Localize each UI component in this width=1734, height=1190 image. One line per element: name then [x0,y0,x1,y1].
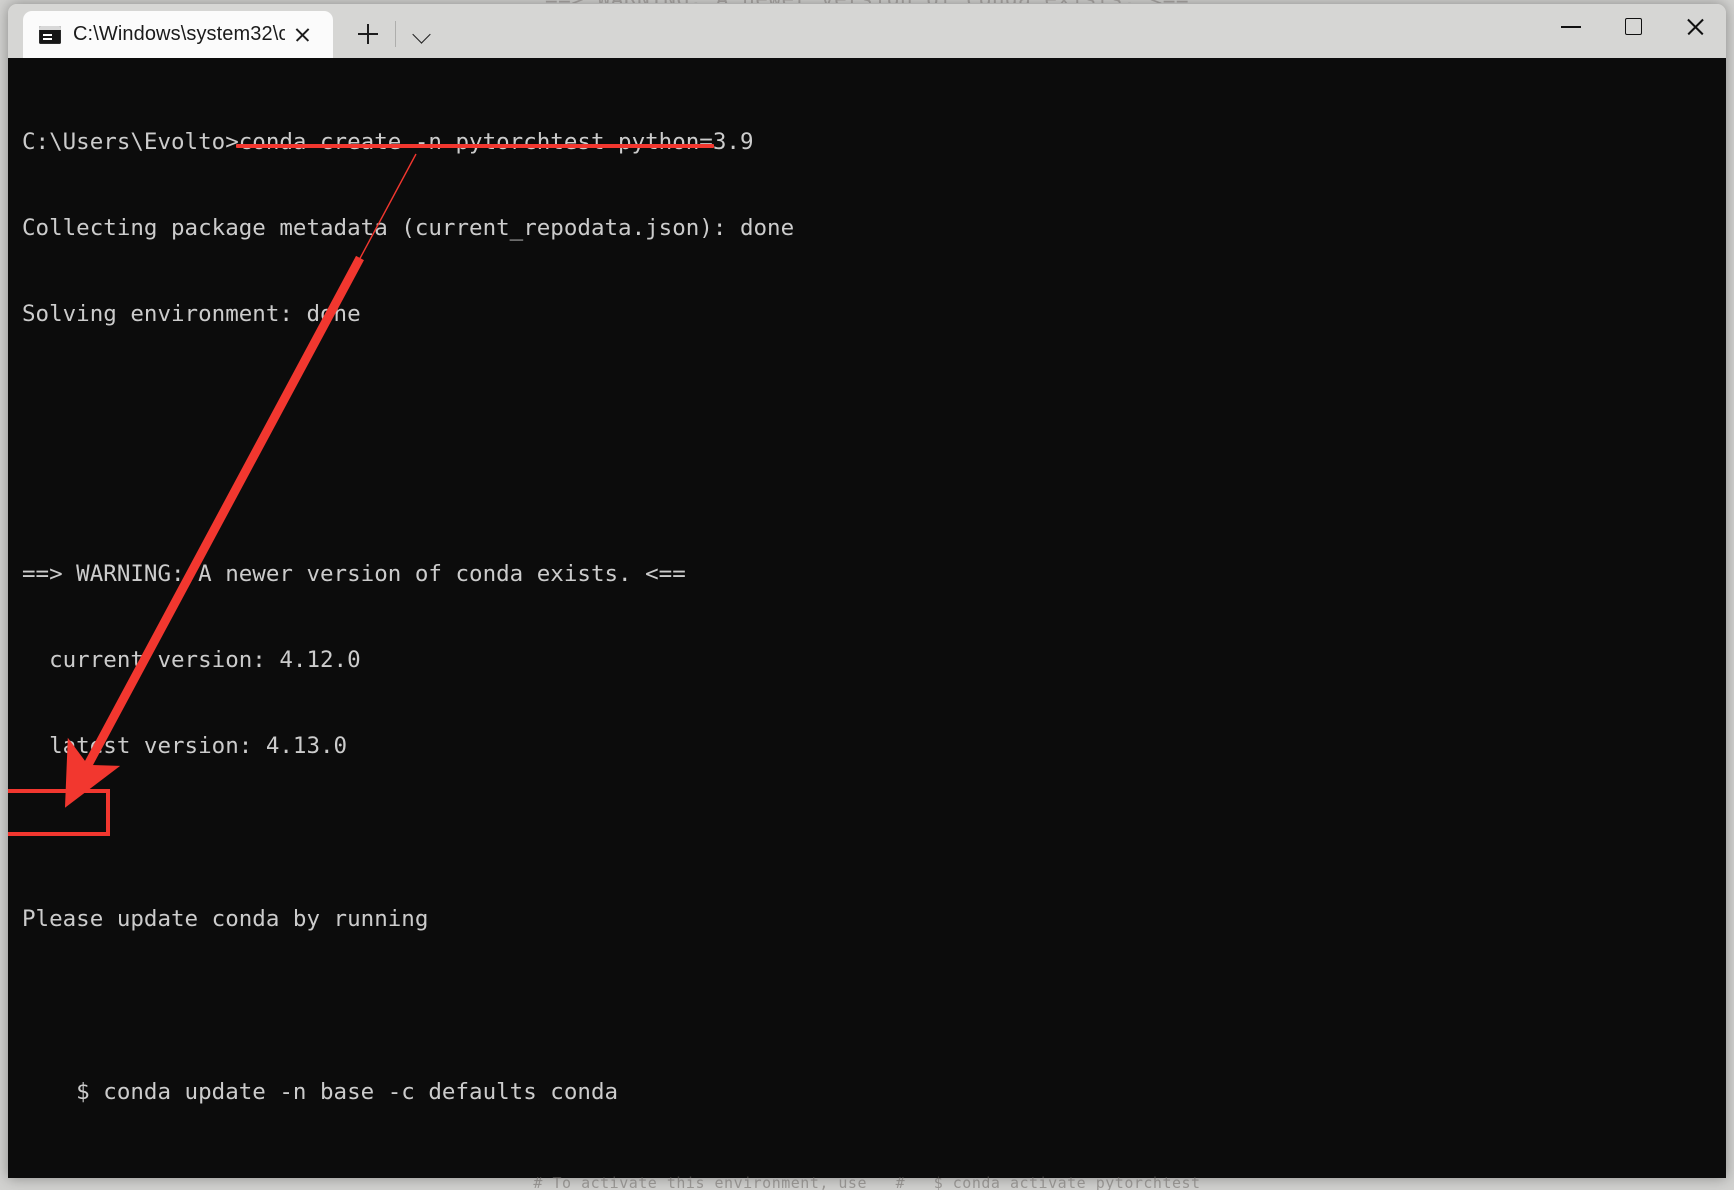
terminal-line: ==> WARNING: A newer version of conda ex… [22,560,686,587]
terminal-output-area[interactable]: C:\Users\Evolto>conda create -n pytorcht… [8,58,1726,1178]
terminal-window: C:\Windows\system32\cmd.e C:\Users\Evolt… [8,4,1726,1178]
close-icon[interactable] [285,18,319,52]
maximize-icon[interactable] [1602,4,1664,48]
terminal-text: C:\Users\Evolto>conda create -n pytorcht… [22,70,1726,1178]
terminal-line: C:\Users\Evolto>conda create -n pytorcht… [22,128,754,155]
background-document-top-text: ==> WARNING: A newer version of conda ex… [0,0,1734,3]
terminal-line: Collecting package metadata (current_rep… [22,214,795,241]
terminal-line: current version: 4.12.0 [22,646,361,673]
window-titlebar[interactable]: C:\Windows\system32\cmd.e [8,4,1726,58]
window-controls [1540,4,1726,58]
minimize-icon[interactable] [1540,4,1602,48]
screen-root: ==> WARNING: A newer version of conda ex… [0,0,1734,1190]
tab-cmd[interactable]: C:\Windows\system32\cmd.e [23,11,333,58]
window-close-icon[interactable] [1664,4,1726,48]
tab-title: C:\Windows\system32\cmd.e [73,23,285,45]
console-icon [39,25,61,44]
toolbar-divider [395,21,396,47]
plus-icon[interactable] [347,13,389,55]
chevron-down-icon[interactable] [402,14,442,54]
terminal-line: Please update conda by running [22,906,429,933]
terminal-line: $ conda update -n base -c defaults conda [22,1078,619,1105]
terminal-line: latest version: 4.13.0 [22,733,348,760]
terminal-line: Solving environment: done [22,301,361,328]
